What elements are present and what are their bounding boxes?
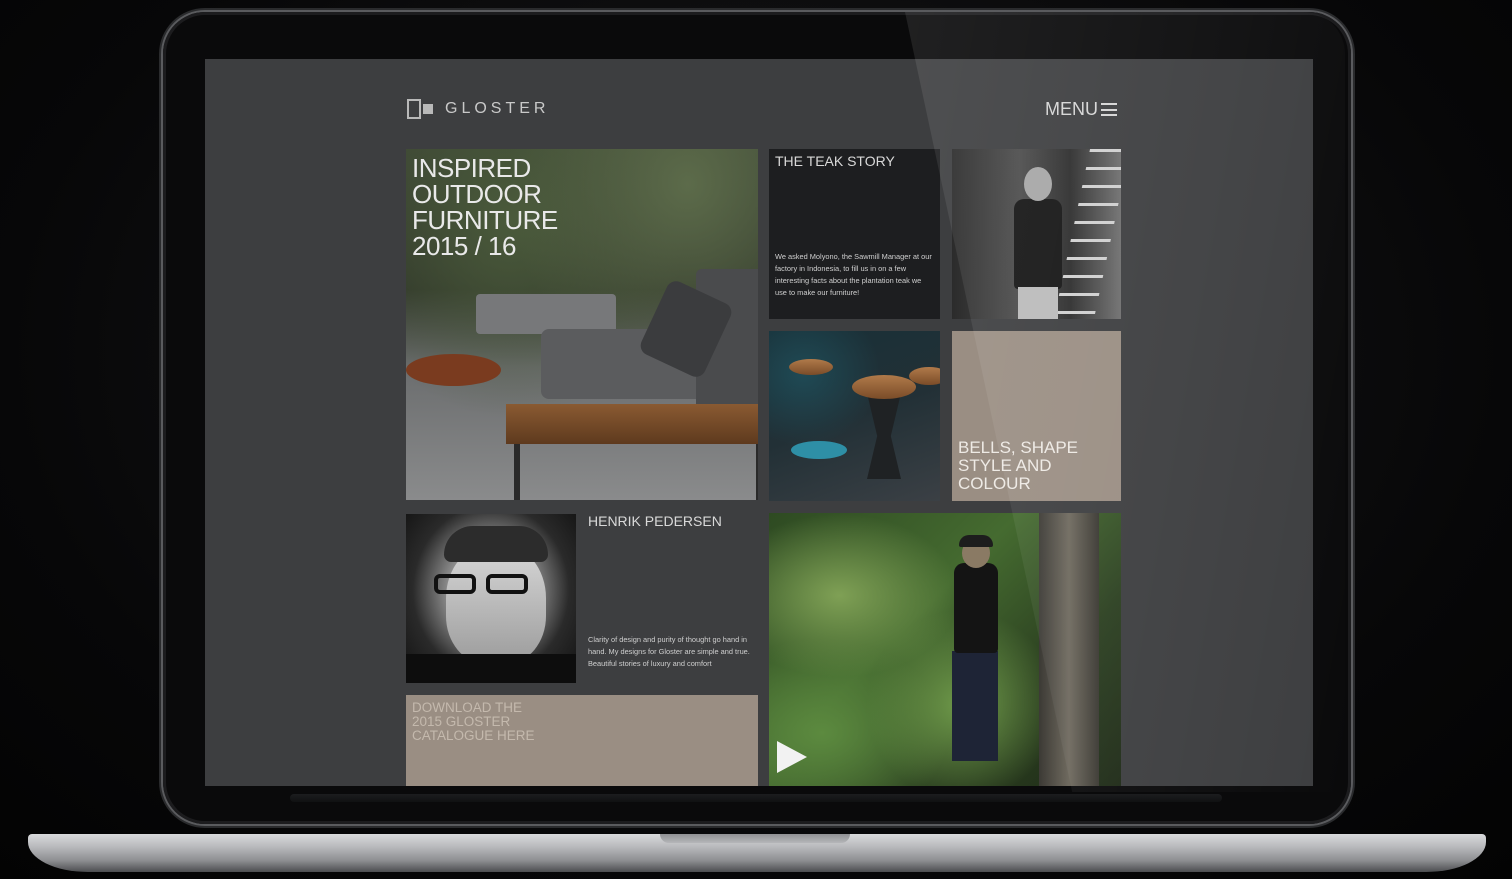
logo-text: GLOSTER xyxy=(445,100,550,117)
menu-label: MENU xyxy=(1045,99,1098,119)
henrik-quote: Clarity of design and purity of thought … xyxy=(588,635,750,668)
bench-leg xyxy=(756,444,758,500)
stairs xyxy=(1053,149,1121,319)
forest-man xyxy=(954,563,998,653)
bell-top xyxy=(852,375,916,399)
play-icon[interactable] xyxy=(777,741,807,773)
henrik-text-tile[interactable]: HENRIK PEDERSEN Clarity of design and pu… xyxy=(582,514,758,683)
sawmill-manager-photo[interactable] xyxy=(952,149,1121,319)
download-title: DOWNLOAD THE 2015 GLOSTER CATALOGUE HERE xyxy=(412,700,535,743)
gloster-logo-icon xyxy=(407,99,433,119)
teak-story-title: THE TEAK STORY xyxy=(775,153,895,169)
man-head xyxy=(1024,167,1052,201)
tree-trunk xyxy=(1039,513,1099,786)
hero-title: INSPIRED OUTDOOR FURNITURE 2015 / 16 xyxy=(412,153,558,261)
fire-pit xyxy=(406,354,501,386)
portrait-face xyxy=(446,544,546,664)
site-logo[interactable]: GLOSTER xyxy=(407,99,549,119)
henrik-portrait[interactable] xyxy=(406,514,576,683)
download-catalogue-tile[interactable]: DOWNLOAD THE 2015 GLOSTER CATALOGUE HERE xyxy=(406,695,758,786)
bells-title: BELLS, SHAPE STYLE AND COLOUR xyxy=(958,438,1079,493)
teak-bench xyxy=(506,404,758,444)
bells-text-tile[interactable]: BELLS, SHAPE STYLE AND COLOUR xyxy=(952,331,1121,501)
laptop-notch xyxy=(660,834,850,843)
website-screen: GLOSTER MENU INSPIRED OUTDOOR FURNITURE … xyxy=(205,59,1313,786)
bezel-edge xyxy=(290,794,1222,802)
bench-leg xyxy=(514,444,520,500)
forest-man-legs xyxy=(952,651,998,761)
henrik-title: HENRIK PEDERSEN xyxy=(588,514,722,529)
menu-button[interactable]: MENU xyxy=(1045,99,1117,120)
portrait-glasses xyxy=(434,574,554,594)
teak-story-tile[interactable]: THE TEAK STORY We asked Molyono, the Saw… xyxy=(769,149,940,319)
forest-video-tile[interactable] xyxy=(769,513,1121,786)
bell-base xyxy=(791,441,847,459)
hero-tile[interactable]: INSPIRED OUTDOOR FURNITURE 2015 / 16 xyxy=(406,149,758,500)
bell-top xyxy=(789,359,833,375)
portrait-hair xyxy=(444,526,548,562)
hamburger-icon xyxy=(1101,103,1117,116)
portrait-shirt xyxy=(406,654,576,683)
man-legs xyxy=(1018,287,1058,319)
man-figure xyxy=(1014,199,1062,289)
bells-photo-tile[interactable] xyxy=(769,331,940,501)
teak-story-body: We asked Molyono, the Sawmill Manager at… xyxy=(775,252,932,297)
background-sofa xyxy=(476,294,616,334)
bell-stem xyxy=(867,393,901,479)
forest-man-cap xyxy=(959,535,993,547)
